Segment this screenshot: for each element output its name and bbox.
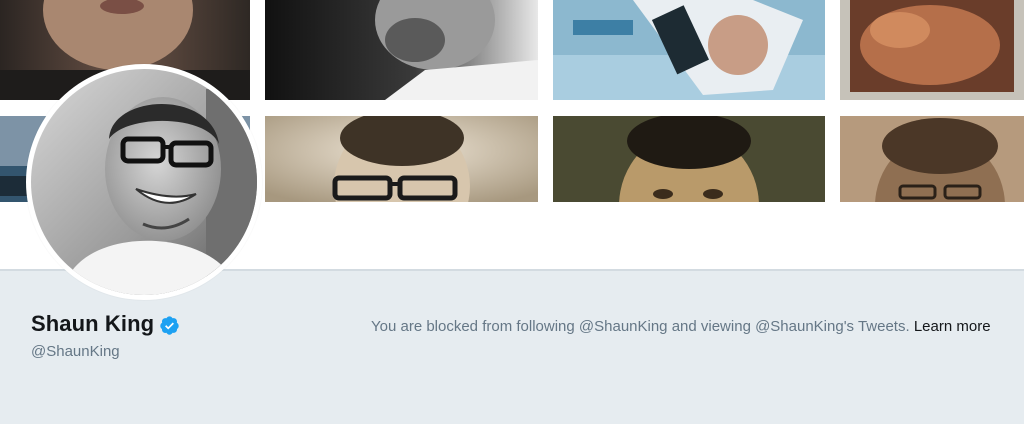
profile-name[interactable]: Shaun King	[31, 311, 154, 337]
collage-photo-2	[265, 0, 538, 100]
avatar-image	[31, 69, 257, 295]
blocked-notice-text: You are blocked from following @ShaunKin…	[371, 318, 910, 335]
collage-photo-4	[840, 0, 1024, 100]
learn-more-link[interactable]: Learn more	[914, 318, 991, 335]
blocked-notice: You are blocked from following @ShaunKin…	[371, 316, 1001, 338]
profile-name-row: Shaun King	[31, 311, 180, 337]
avatar[interactable]	[26, 64, 262, 300]
profile-handle[interactable]: @ShaunKing	[31, 343, 120, 360]
collage-photo-3	[553, 0, 825, 100]
verified-badge-icon	[160, 315, 179, 335]
collage-photo-6	[265, 116, 538, 202]
collage-photo-8	[840, 116, 1024, 202]
collage-photo-7	[553, 116, 825, 202]
